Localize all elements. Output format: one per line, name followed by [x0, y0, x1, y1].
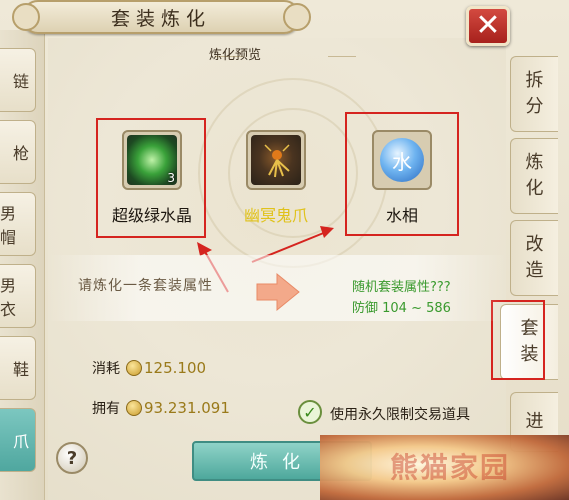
result-defense-range: 防御 104 ~ 586 — [352, 301, 451, 316]
arrow-right-icon — [256, 272, 300, 312]
owned-value: 93.231.091 — [144, 399, 230, 417]
help-button[interactable]: ? — [56, 442, 88, 474]
annotation-arrows — [197, 226, 334, 293]
refine-button-label: 炼化 — [250, 452, 314, 473]
result-set-attribute: 随机套装属性??? — [352, 280, 451, 295]
owned-row: 拥有 93.231.091 — [92, 398, 230, 418]
refine-prompt: 请炼化一条套装属性 — [78, 278, 213, 294]
cost-value: 125.100 — [144, 359, 207, 377]
coin-icon — [126, 360, 142, 376]
cost-row: 消耗 125.100 — [92, 358, 206, 378]
check-icon: ✓ — [303, 402, 317, 422]
use-restricted-items-label: 使用永久限制交易道具 — [330, 407, 470, 423]
owned-label: 拥有 — [92, 401, 120, 417]
coin-icon — [126, 400, 142, 416]
use-restricted-items-checkbox[interactable]: ✓ — [298, 400, 322, 424]
question-icon: ? — [66, 447, 78, 469]
watermark-text: 熊猫家园 — [390, 451, 511, 484]
cost-label: 消耗 — [92, 361, 120, 377]
